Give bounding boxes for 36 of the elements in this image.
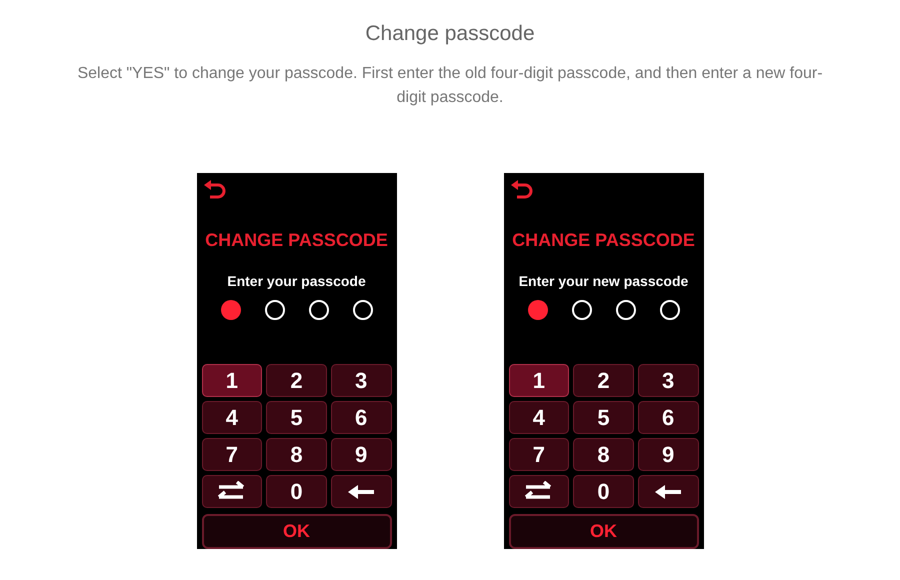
digit-key[interactable]: 9 [638,438,698,471]
backspace-key[interactable] [638,475,698,508]
screen-title: CHANGE PASSCODE [205,229,388,251]
digit-key[interactable]: 8 [266,438,327,471]
backspace-key[interactable] [330,475,392,508]
back-arrow-icon[interactable] [202,179,226,199]
left-arrow-icon [654,484,682,500]
digit-key[interactable]: 1 [508,364,570,397]
left-arrow-icon [347,484,376,500]
digit-key[interactable]: 0 [573,475,634,508]
digit-key[interactable]: 7 [508,438,570,471]
digit-key[interactable]: 4 [202,401,262,434]
digit-key[interactable]: 7 [202,438,262,471]
ok-button[interactable]: OK [508,514,698,549]
switch-key[interactable] [202,475,262,508]
digit-key[interactable]: 6 [330,401,392,434]
screen-title: CHANGE PASSCODE [512,229,695,251]
digit-key[interactable]: 9 [330,438,392,471]
digit-key[interactable]: 6 [638,401,698,434]
digit-key[interactable]: 2 [266,364,327,397]
switch-key[interactable] [508,475,570,508]
digit-key[interactable]: 3 [638,364,698,397]
page-heading: Change passcode [365,21,535,47]
digit-key[interactable]: 5 [266,401,327,434]
ok-button[interactable]: OK [202,514,392,549]
digit-key[interactable]: 1 [202,364,262,397]
description: Select "YES" to change your passcode. First enter the old four-digit passcode, and then enter a new four-digit passcode. [76,64,824,108]
digit-key[interactable]: 4 [508,401,570,434]
back-arrow-icon[interactable] [510,179,534,199]
digit-key[interactable]: 8 [573,438,634,471]
digit-key[interactable]: 3 [330,364,392,397]
passcode-prompt: Enter your passcode [227,272,366,290]
digit-key[interactable]: 5 [573,401,634,434]
digit-key[interactable]: 0 [266,475,327,508]
passcode-prompt: Enter your new passcode [518,272,688,290]
digit-key[interactable]: 2 [573,364,634,397]
